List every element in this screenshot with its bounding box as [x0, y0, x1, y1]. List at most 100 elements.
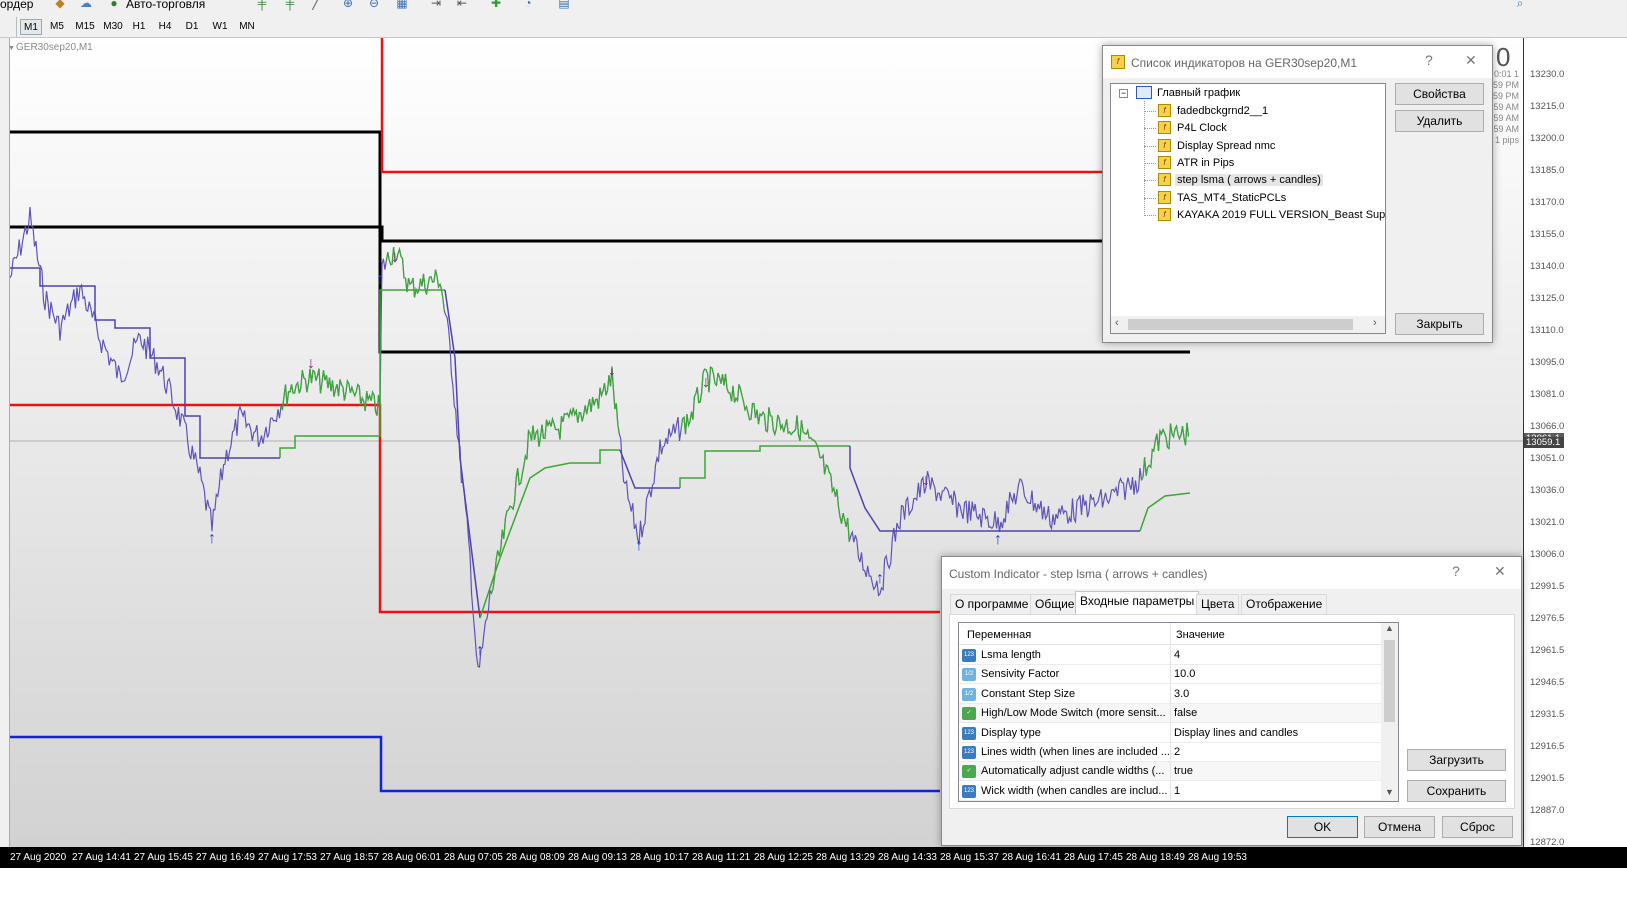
header-value[interactable]: Значение: [1176, 629, 1225, 641]
bar-chart-icon[interactable]: ╪: [254, 0, 270, 10]
tf-m1[interactable]: M1: [20, 19, 42, 35]
close-icon[interactable]: ✕: [1465, 52, 1477, 69]
param-value[interactable]: true: [1174, 765, 1193, 777]
ok-button[interactable]: OK: [1287, 816, 1358, 838]
svg-text:↑: ↑: [635, 537, 643, 554]
reset-button[interactable]: Сброс: [1442, 816, 1513, 838]
scroll-left-icon[interactable]: ‹: [1115, 317, 1119, 329]
indicator-icon: f: [1158, 121, 1171, 135]
tree-collapse-icon[interactable]: −: [1119, 89, 1128, 98]
param-value[interactable]: 4: [1174, 649, 1180, 661]
tree-item-indicator[interactable]: fadedbckgrnd2__1: [1177, 105, 1268, 117]
param-value[interactable]: 10.0: [1174, 668, 1195, 680]
cloud-icon[interactable]: ☁: [78, 0, 94, 10]
tab-common[interactable]: Общие: [1030, 594, 1080, 614]
price-label: 12916.5: [1530, 741, 1565, 752]
param-row[interactable]: ✓ Automatically adjust candle widths (...…: [959, 762, 1382, 782]
param-value[interactable]: 3.0: [1174, 688, 1189, 700]
tf-w1[interactable]: W1: [208, 19, 232, 35]
scroll-thumb[interactable]: [1384, 640, 1395, 722]
search-icon[interactable]: ⌕: [1512, 0, 1528, 10]
tf-h1[interactable]: H1: [128, 19, 150, 35]
chart-collapse-icon[interactable]: ▼: [8, 45, 15, 52]
time-label: 28 Aug 06:01: [382, 852, 441, 863]
time-label: 28 Aug 11:21: [692, 852, 751, 863]
autotrade-icon[interactable]: ●: [106, 0, 122, 10]
tree-horizontal-scrollbar[interactable]: ‹ ›: [1111, 316, 1385, 333]
param-value[interactable]: 1: [1174, 785, 1180, 797]
tf-m30[interactable]: M30: [100, 19, 126, 35]
delete-button[interactable]: Удалить: [1395, 110, 1484, 132]
tf-m5[interactable]: M5: [46, 19, 68, 35]
tree-item-indicator[interactable]: TAS_MT4_StaticPCLs: [1177, 192, 1286, 204]
close-icon[interactable]: ✕: [1494, 563, 1506, 580]
line-chart-icon[interactable]: ╱: [308, 0, 324, 10]
param-value[interactable]: Display lines and candles: [1174, 727, 1298, 739]
chart-shift-icon[interactable]: ⇤: [454, 0, 470, 10]
time-label: 28 Aug 13:29: [816, 852, 875, 863]
tree-item-indicator[interactable]: step lsma ( arrows + candles): [1175, 174, 1323, 187]
inputs-grid[interactable]: Переменная Значение 123 Lsma length 4 1/2 Se…: [958, 622, 1399, 802]
save-button[interactable]: Сохранить: [1407, 780, 1506, 802]
tab-colors[interactable]: Цвета: [1196, 594, 1240, 614]
tree-root-main-chart[interactable]: Главный график: [1157, 87, 1240, 99]
arrow-up-6: ↑: [994, 531, 1002, 548]
param-value[interactable]: false: [1174, 707, 1197, 719]
autotrade-button[interactable]: Авто-торговля: [126, 0, 205, 11]
dialog-titlebar[interactable]: f Список индикаторов на GER30sep20,M1 ? …: [1103, 46, 1492, 78]
arrow-down-5: ↓: [922, 472, 930, 489]
tab-visualization[interactable]: Отображение: [1241, 594, 1328, 614]
param-row[interactable]: 123 Lines width (when lines are included …: [959, 743, 1382, 762]
load-button[interactable]: Загрузить: [1407, 749, 1506, 771]
dialog-title: Список индикаторов на GER30sep20,M1: [1131, 56, 1357, 70]
metaeditor-icon[interactable]: ◆: [52, 0, 68, 10]
param-row[interactable]: ✓ High/Low Mode Switch (more sensit... fal…: [959, 704, 1382, 724]
tree-item-indicator[interactable]: Display Spread nmc: [1177, 140, 1275, 152]
templates-icon[interactable]: ▤: [556, 0, 572, 10]
scroll-right-icon[interactable]: ›: [1373, 317, 1377, 329]
price-label: 13110.0: [1530, 325, 1564, 336]
param-name: Constant Step Size: [981, 687, 1076, 700]
scroll-up-icon[interactable]: ▲: [1385, 623, 1394, 633]
param-row[interactable]: 123 Wick width (when candles are includ..…: [959, 781, 1382, 801]
arrow-down-1: ↓: [307, 355, 315, 372]
tile-windows-icon[interactable]: ▦: [394, 0, 410, 10]
tab-about[interactable]: О программе: [950, 594, 1034, 614]
param-row[interactable]: 123 Display type Display lines and candles: [959, 723, 1382, 743]
price-label: 13081.0: [1530, 389, 1565, 400]
dialog-titlebar[interactable]: Custom Indicator - step lsma ( arrows + …: [942, 557, 1521, 589]
header-variable[interactable]: Переменная: [967, 629, 1031, 641]
scroll-down-icon[interactable]: ▼: [1385, 787, 1394, 797]
candle-chart-icon[interactable]: ╪: [282, 0, 298, 10]
tf-m15[interactable]: M15: [72, 19, 98, 35]
tf-mn[interactable]: MN: [235, 19, 259, 35]
time-label: 27 Aug 15:45: [134, 852, 193, 863]
tab-inputs[interactable]: Входные параметры: [1075, 591, 1200, 614]
close-button[interactable]: Закрыть: [1395, 313, 1484, 335]
new-order-label[interactable]: ордер: [0, 0, 33, 11]
indicator-tree[interactable]: − Главный график f fadedbckgrnd2__1f P4L C…: [1110, 83, 1386, 334]
indicators-icon[interactable]: ✚: [488, 0, 504, 10]
param-row[interactable]: 123 Lsma length 4: [959, 646, 1382, 665]
param-row[interactable]: 1/2 Sensivity Factor 10.0: [959, 665, 1382, 685]
param-row[interactable]: 1/2 Constant Step Size 3.0: [959, 684, 1382, 704]
tree-item-indicator[interactable]: ATR in Pips: [1177, 157, 1234, 169]
tree-item-indicator[interactable]: KAYAKA 2019 FULL VERSION_Beast Super Sig…: [1177, 209, 1385, 221]
tf-d1[interactable]: D1: [181, 19, 203, 35]
time-label: 27 Aug 2020: [10, 852, 67, 863]
grid-vertical-scrollbar[interactable]: ▲ ▼: [1381, 623, 1398, 801]
indicator-icon: f: [1158, 173, 1171, 187]
tf-h4[interactable]: H4: [154, 19, 176, 35]
tree-item-indicator[interactable]: P4L Clock: [1177, 122, 1227, 134]
zoom-in-icon[interactable]: ⊕: [340, 0, 356, 10]
help-button[interactable]: ?: [1425, 52, 1433, 68]
periods-icon[interactable]: ◔: [520, 0, 536, 10]
param-value[interactable]: 2: [1174, 746, 1180, 758]
help-button[interactable]: ?: [1452, 563, 1460, 579]
autoscroll-icon[interactable]: ⇥: [428, 0, 444, 10]
properties-button[interactable]: Свойства: [1395, 83, 1484, 105]
scroll-thumb[interactable]: [1128, 319, 1353, 330]
cancel-button[interactable]: Отмена: [1364, 816, 1435, 838]
zoom-out-icon[interactable]: ⊖: [366, 0, 382, 10]
main-toolbar: ордер ◆ ☁ ● Авто-торговля ╪ ╪ ╱ ⊕ ⊖ ▦ ⇥ …: [0, 0, 1627, 14]
